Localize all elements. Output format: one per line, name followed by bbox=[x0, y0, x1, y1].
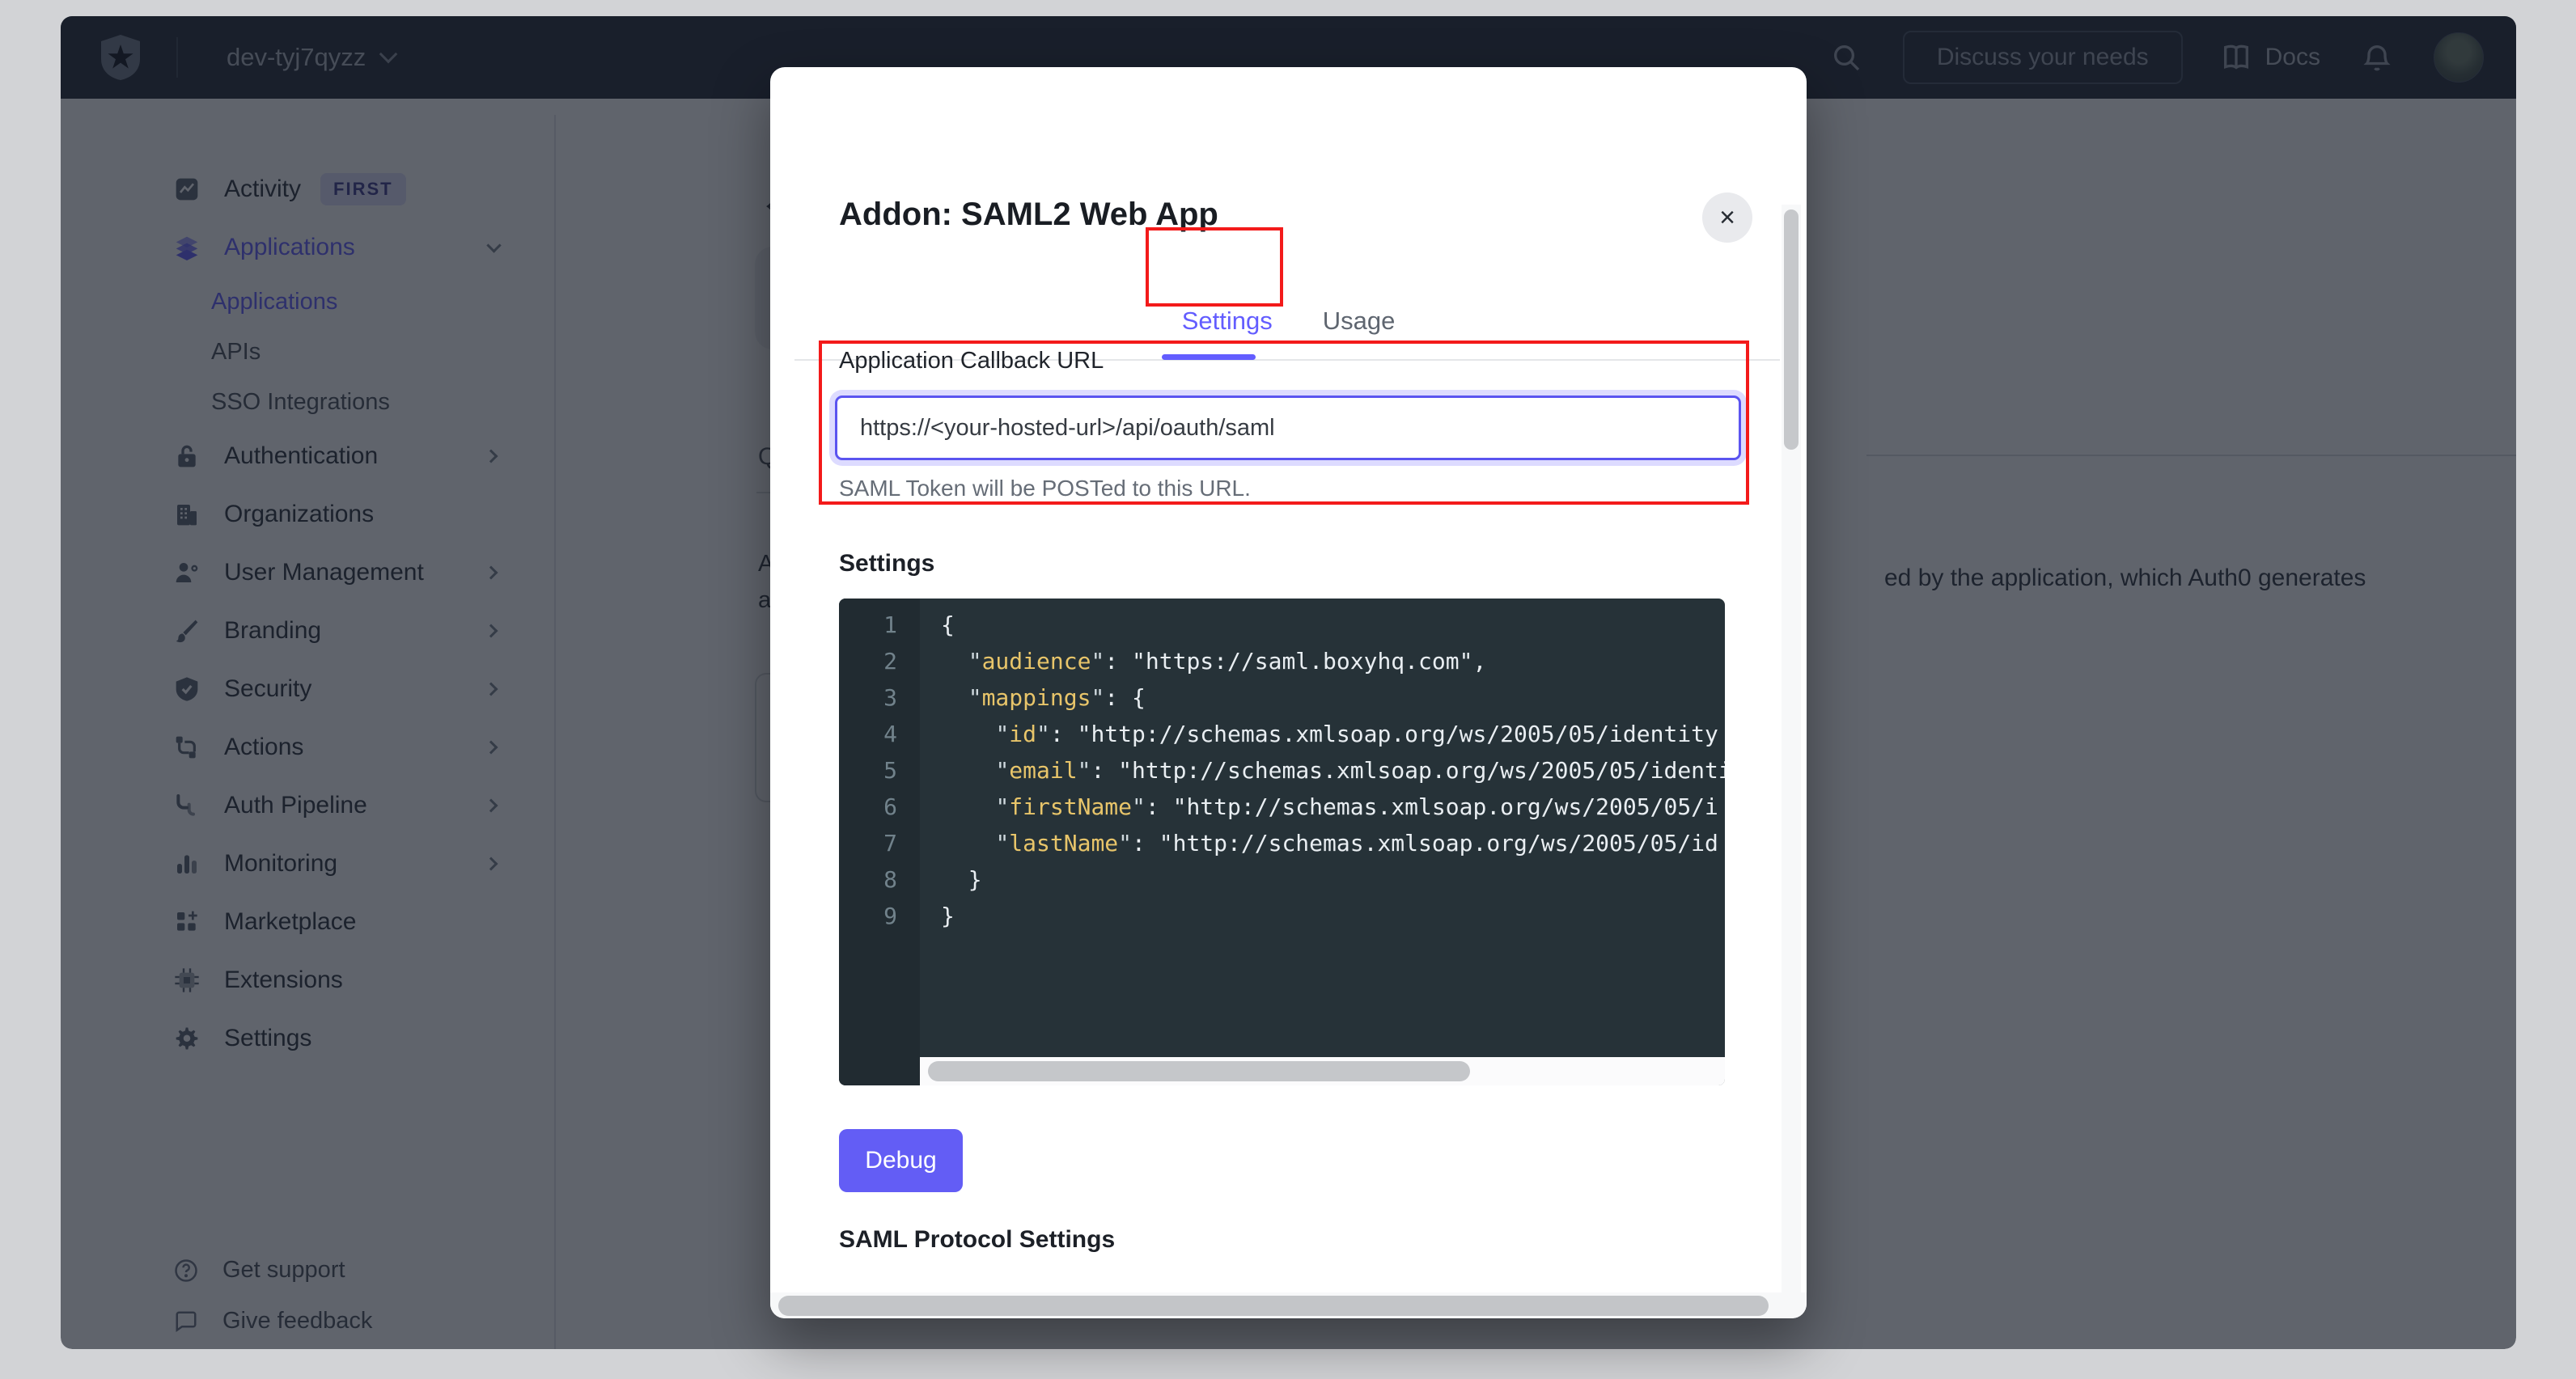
debug-button[interactable]: Debug bbox=[839, 1129, 963, 1192]
line-number: 6 bbox=[839, 789, 897, 825]
code-line-text: } bbox=[941, 861, 1725, 898]
code-line: 4 "id": "http://schemas.xmlsoap.org/ws/2… bbox=[839, 716, 1725, 752]
line-number: 9 bbox=[839, 898, 897, 934]
code-line-text: "mappings": { bbox=[941, 679, 1725, 716]
settings-section-label: Settings bbox=[839, 550, 934, 577]
code-line: 8 } bbox=[839, 861, 1725, 898]
line-number: 3 bbox=[839, 679, 897, 716]
line-number: 5 bbox=[839, 752, 897, 789]
code-line-text: "audience": "https://saml.boxyhq.com", bbox=[941, 643, 1725, 679]
line-number: 2 bbox=[839, 643, 897, 679]
close-icon[interactable]: × bbox=[1702, 192, 1752, 243]
code-line: 6 "firstName": "http://schemas.xmlsoap.o… bbox=[839, 789, 1725, 825]
callback-url-label: Application Callback URL bbox=[839, 348, 1104, 374]
tab-settings[interactable]: Settings bbox=[1182, 292, 1273, 360]
settings-json-editor[interactable]: 1{2 "audience": "https://saml.boxyhq.com… bbox=[839, 599, 1725, 1085]
code-line: 2 "audience": "https://saml.boxyhq.com", bbox=[839, 643, 1725, 679]
line-number: 1 bbox=[839, 607, 897, 643]
code-line-text: "id": "http://schemas.xmlsoap.org/ws/200… bbox=[941, 716, 1725, 752]
code-line-text: "lastName": "http://schemas.xmlsoap.org/… bbox=[941, 825, 1725, 861]
code-line-text: "firstName": "http://schemas.xmlsoap.org… bbox=[941, 789, 1725, 825]
tab-usage[interactable]: Usage bbox=[1323, 292, 1396, 360]
line-number: 4 bbox=[839, 716, 897, 752]
code-line-text: } bbox=[941, 898, 1725, 934]
callback-url-helper-text: SAML Token will be POSTed to this URL. bbox=[839, 476, 1251, 501]
code-line: 9} bbox=[839, 898, 1725, 934]
addon-saml2-modal: Addon: SAML2 Web App × Settings Usage Ap… bbox=[770, 67, 1807, 1318]
modal-vertical-scrollbar-thumb[interactable] bbox=[1784, 209, 1799, 450]
modal-horizontal-scrollbar-thumb[interactable] bbox=[778, 1296, 1769, 1316]
code-line: 5 "email": "http://schemas.xmlsoap.org/w… bbox=[839, 752, 1725, 789]
line-number: 8 bbox=[839, 861, 897, 898]
callback-url-input[interactable] bbox=[835, 396, 1741, 460]
code-line-text: { bbox=[941, 607, 1725, 643]
code-line: 7 "lastName": "http://schemas.xmlsoap.or… bbox=[839, 825, 1725, 861]
code-line: 1{ bbox=[839, 607, 1725, 643]
code-line-text: "email": "http://schemas.xmlsoap.org/ws/… bbox=[941, 752, 1725, 789]
code-line: 3 "mappings": { bbox=[839, 679, 1725, 716]
modal-title: Addon: SAML2 Web App bbox=[839, 197, 1218, 233]
active-tab-underline bbox=[1162, 354, 1256, 360]
saml-protocol-settings-heading: SAML Protocol Settings bbox=[839, 1226, 1115, 1254]
editor-horizontal-scrollbar-thumb[interactable] bbox=[928, 1061, 1470, 1081]
line-number: 7 bbox=[839, 825, 897, 861]
